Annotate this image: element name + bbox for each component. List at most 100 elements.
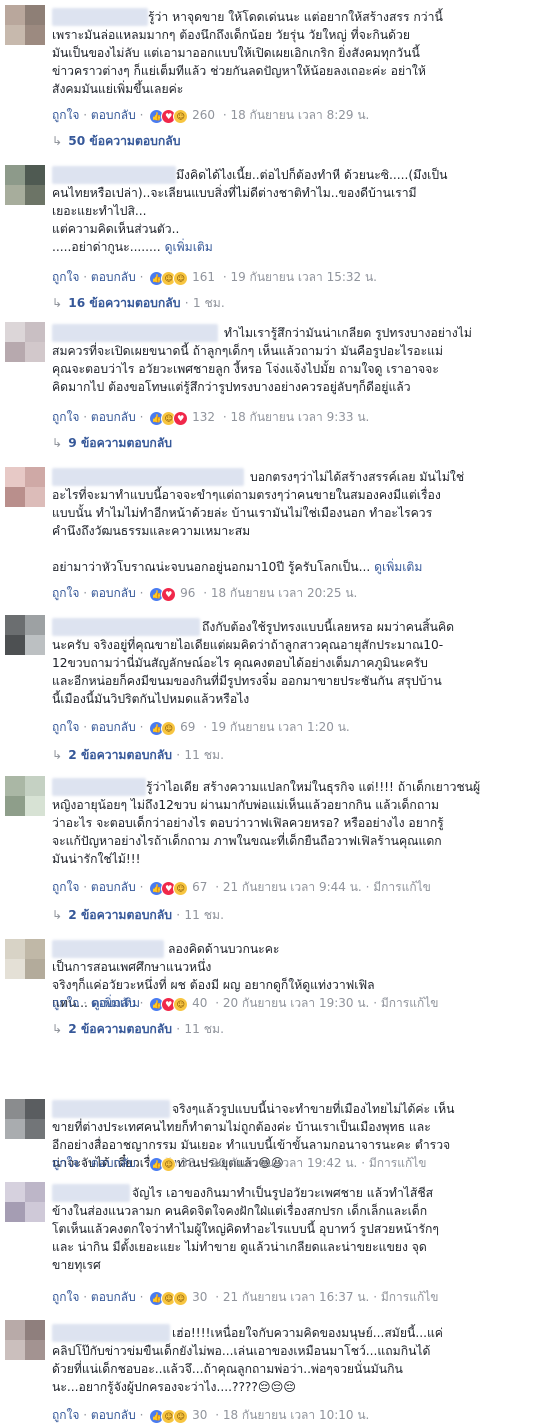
see-more-link[interactable]: ดูเพิ่มเติม	[374, 560, 422, 574]
comment-item: ลองคิดด้านบวกนะคะ เป็นการสอนเพศศึกษาแนวห…	[0, 936, 535, 1066]
like-link[interactable]: ถูกใจ	[52, 270, 79, 284]
timestamp[interactable]: 19 กันยายน เวลา 1:20 น.	[211, 720, 350, 734]
reaction-count[interactable]: 161	[192, 270, 215, 284]
like-link[interactable]: ถูกใจ	[52, 1408, 79, 1422]
reply-arrow-icon: ↳	[52, 748, 63, 762]
avatar[interactable]	[5, 939, 45, 979]
comment-text: บอกตรงๆว่าไม่ได้สร้างสรรค์เลย มันไม่ใช่ …	[52, 470, 465, 574]
timestamp[interactable]: 20 กันยายน เวลา 19:42 น.	[211, 1156, 358, 1170]
replies-time-ago: 11 ชม.	[184, 748, 224, 762]
avatar[interactable]	[5, 776, 45, 816]
view-replies-link[interactable]: ↳ 50 ข้อความตอบกลับ	[52, 132, 181, 150]
see-more-link[interactable]: ดูเพิ่มเติม	[165, 240, 213, 254]
avatar[interactable]	[5, 165, 45, 205]
avatar[interactable]	[5, 615, 45, 655]
comment-actions: ถูกใจ · ตอบกลับ · 👍 ☺ ☺ 161 · 19 กันยายน เ…	[52, 270, 377, 286]
comment-text: ทำไมเรารู้สึกว่ามันน่าเกลียด รูปทรงบางอย…	[52, 326, 472, 394]
reply-link[interactable]: ตอบกลับ	[91, 1408, 136, 1422]
haha-reaction-icon: ☺	[173, 270, 189, 286]
reaction-count[interactable]: 260	[192, 108, 215, 122]
reaction-count[interactable]: 69	[180, 720, 195, 734]
timestamp[interactable]: 18 กันยายน เวลา 9:33 น.	[230, 410, 369, 424]
like-link[interactable]: ถูกใจ	[52, 410, 79, 424]
reaction-icons[interactable]: 👍 ☺	[149, 1156, 177, 1172]
reaction-icons[interactable]: 👍 ♥ ☺	[149, 996, 189, 1012]
like-link[interactable]: ถูกใจ	[52, 720, 79, 734]
view-replies-link[interactable]: ↳ 16 ข้อความตอบกลับ · 1 ชม.	[52, 294, 225, 312]
reply-link[interactable]: ตอบกลับ	[91, 720, 136, 734]
reply-link[interactable]: ตอบกลับ	[91, 410, 136, 424]
reply-link[interactable]: ตอบกลับ	[91, 1290, 136, 1304]
haha-reaction-icon: ☺	[173, 1408, 189, 1424]
avatar[interactable]	[5, 1099, 45, 1139]
reaction-icons[interactable]: 👍 ♥ ☺	[149, 880, 189, 896]
timestamp[interactable]: 20 กันยายน เวลา 19:30 น.	[223, 996, 370, 1010]
haha-reaction-icon: ☺	[173, 1290, 189, 1306]
view-replies-link[interactable]: ↳ 2 ข้อความตอบกลับ · 11 ชม.	[52, 746, 224, 764]
comment-item: บอกตรงๆว่าไม่ได้สร้างสรรค์เลย มันไม่ใช่ …	[0, 462, 535, 602]
edited-label[interactable]: มีการแก้ไข	[373, 880, 431, 894]
replies-time-ago: 1 ชม.	[192, 296, 225, 310]
haha-reaction-icon: ☺	[173, 996, 189, 1012]
edited-label[interactable]: มีการแก้ไข	[369, 1156, 427, 1170]
timestamp[interactable]: 18 กันยายน เวลา 10:10 น.	[223, 1408, 370, 1422]
view-replies-link[interactable]: ↳ 2 ข้อความตอบกลับ · 11 ชม.	[52, 906, 224, 924]
like-link[interactable]: ถูกใจ	[52, 880, 79, 894]
edited-label[interactable]: มีการแก้ไข	[381, 1290, 439, 1304]
reply-link[interactable]: ตอบกลับ	[91, 108, 136, 122]
like-link[interactable]: ถูกใจ	[52, 1290, 79, 1304]
timestamp[interactable]: 21 กันยายน เวลา 16:37 น.	[223, 1290, 370, 1304]
haha-reaction-icon: ☺	[161, 720, 177, 736]
reaction-count[interactable]: 132	[192, 410, 215, 424]
view-replies-link[interactable]: ↳ 9 ข้อความตอบกลับ	[52, 434, 172, 452]
reaction-icons[interactable]: 👍 ☺ ☺	[149, 1290, 189, 1306]
reaction-count[interactable]: 67	[192, 880, 207, 894]
like-link[interactable]: ถูกใจ	[52, 996, 79, 1010]
comment-actions: ถูกใจ · ตอบกลับ · 👍 ☺ ☺ 30 · 21 กันยายน เว…	[52, 1290, 439, 1306]
avatar[interactable]	[5, 1182, 45, 1222]
avatar[interactable]	[5, 5, 45, 45]
comment-item: ถึงกับต้องใช้รูปทรงแบบนี้เลยหรอ ผมว่าคนส…	[0, 610, 535, 770]
comment-feed: รู้ว่า หาจุดขาย ให้โดดเด่นนะ แต่อยากให้ส…	[0, 0, 535, 1427]
comment-item: รู้ว่า หาจุดขาย ให้โดดเด่นนะ แต่อยากให้ส…	[0, 0, 535, 152]
reaction-count[interactable]: 40	[192, 996, 207, 1010]
avatar[interactable]	[5, 467, 45, 507]
comment-actions: ถูกใจ · ตอบกลับ · 👍 ☺ ♥ 132 · 18 กันยายน เ…	[52, 410, 370, 426]
comment-text: ถึงกับต้องใช้รูปทรงแบบนี้เลยหรอ ผมว่าคนส…	[52, 620, 455, 706]
reply-link[interactable]: ตอบกลับ	[91, 270, 136, 284]
haha-reaction-icon: ☺	[173, 108, 189, 124]
like-link[interactable]: ถูกใจ	[52, 108, 79, 122]
reply-link[interactable]: ตอบกลับ	[91, 996, 136, 1010]
reaction-icons[interactable]: 👍 ☺	[149, 720, 177, 736]
timestamp[interactable]: 18 กันยายน เวลา 20:25 น.	[211, 586, 358, 600]
avatar[interactable]	[5, 322, 45, 362]
timestamp[interactable]: 18 กันยายน เวลา 8:29 น.	[230, 108, 369, 122]
reaction-count[interactable]: 38	[180, 1156, 195, 1170]
view-replies-link[interactable]: ↳ 2 ข้อความตอบกลับ · 11 ชม.	[52, 1020, 224, 1038]
comment-item: รู้ว่าไอเดีย สร้างความแปลกใหม่ในธุรกิจ แ…	[0, 772, 535, 932]
reaction-icons[interactable]: 👍 ♥ ☺	[149, 108, 189, 124]
comment-text: มึงคิดได้ไงเนี้ย..ต่อไปก็ต้องทำหี ด้วยนะ…	[52, 168, 448, 254]
reply-link[interactable]: ตอบกลับ	[91, 1156, 136, 1170]
reply-link[interactable]: ตอบกลับ	[91, 880, 136, 894]
comment-actions: ถูกใจ · ตอบกลับ · 👍 ♥ 96 · 18 กันยายน เวล…	[52, 586, 358, 602]
comment-item: ทำไมเรารู้สึกว่ามันน่าเกลียด รูปทรงบางอย…	[0, 318, 535, 458]
reaction-count[interactable]: 30	[192, 1408, 207, 1422]
reaction-icons[interactable]: 👍 ☺ ☺	[149, 270, 189, 286]
like-link[interactable]: ถูกใจ	[52, 586, 79, 600]
timestamp[interactable]: 21 กันยายน เวลา 9:44 น.	[223, 880, 362, 894]
like-link[interactable]: ถูกใจ	[52, 1156, 79, 1170]
reaction-icons[interactable]: 👍 ♥	[149, 586, 177, 602]
timestamp[interactable]: 19 กันยายน เวลา 15:32 น.	[230, 270, 377, 284]
reply-arrow-icon: ↳	[52, 1022, 63, 1036]
reaction-icons[interactable]: 👍 ☺ ♥	[149, 410, 189, 426]
haha-reaction-icon: ☺	[173, 880, 189, 896]
edited-label[interactable]: มีการแก้ไข	[381, 996, 439, 1010]
comment-item: เฮ่อ!!!!เหนื่อยใจกับความคิดของมนุษย์...ส…	[0, 1320, 535, 1427]
reaction-count[interactable]: 96	[180, 586, 195, 600]
reaction-count[interactable]: 30	[192, 1290, 207, 1304]
reply-link[interactable]: ตอบกลับ	[91, 586, 136, 600]
comment-text: จัญไร เอาของกินมาทำเป็นรูปอวัยวะเพศชาย แ…	[52, 1186, 439, 1272]
reaction-icons[interactable]: 👍 ☺ ☺	[149, 1408, 189, 1424]
avatar[interactable]	[5, 1320, 45, 1360]
